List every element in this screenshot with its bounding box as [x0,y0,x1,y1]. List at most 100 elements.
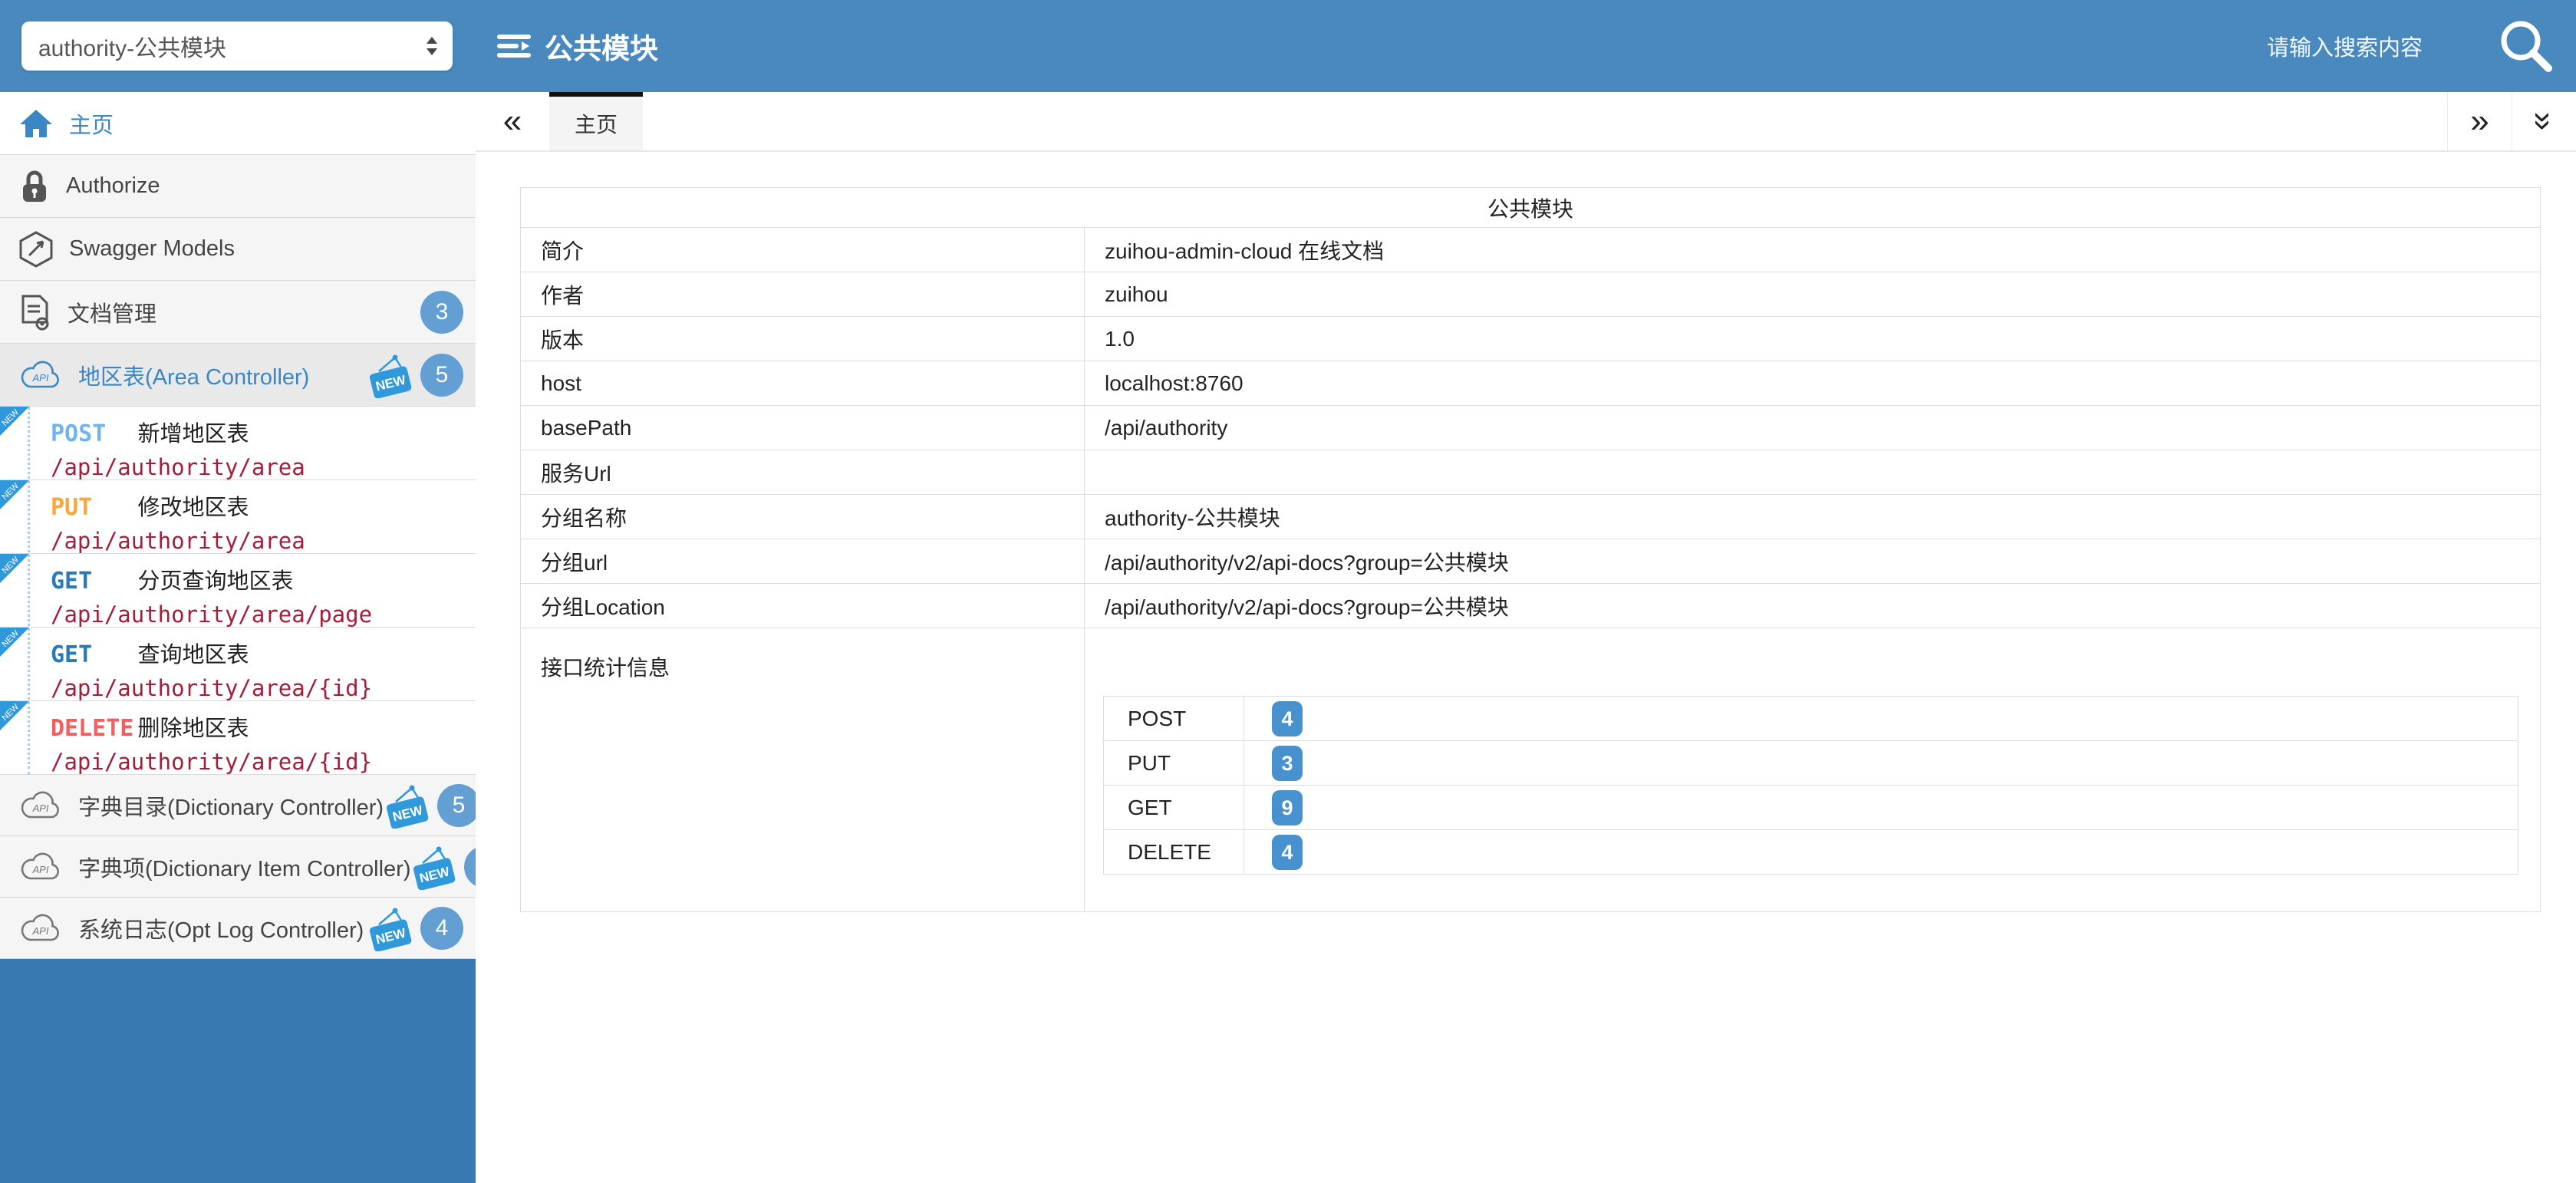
api-item-put-area[interactable]: NEW PUT 修改地区表 /api/authority/area [0,480,476,554]
row-label: 分组url [521,539,1085,584]
method-count-badge: 4 [1272,701,1303,736]
search-icon[interactable] [2496,16,2556,76]
tabs-scroll-left-button[interactable]: « [476,92,549,150]
api-count-badge: 4 [420,907,463,950]
page-title: 公共模块 [545,25,658,67]
table-row: basePath /api/authority [521,406,2541,450]
new-ribbon-icon: NEW [0,480,29,509]
sidebar-item-label: 主页 [69,107,114,140]
row-label: 分组名称 [521,495,1085,539]
api-path: /api/authority/area [51,528,476,554]
http-method-label: DELETE [51,715,134,742]
row-label: 分组Location [521,584,1085,628]
cloud-api-icon: API [18,911,63,945]
chevrons-right-icon: » [2470,102,2489,140]
row-value: localhost:8760 [1085,361,2541,406]
stats-table-row: POST 4 [1104,697,2518,741]
row-label: 作者 [521,272,1085,317]
new-ribbon-icon: NEW [0,554,29,583]
chevrons-down-icon: » [2525,112,2563,130]
table-row: 服务Url [521,450,2541,495]
table-row: host localhost:8760 [521,361,2541,406]
table-row: 简介 zuihou-admin-cloud 在线文档 [521,228,2541,272]
svg-text:API: API [32,925,49,937]
api-item-get-area-id[interactable]: NEW GET 查询地区表 /api/authority/area/{id} [0,628,476,701]
lock-icon [18,168,51,205]
search-input[interactable]: 请输入搜索内容 [2267,16,2576,76]
search-placeholder: 请输入搜索内容 [2267,30,2423,62]
row-label: 简介 [521,228,1085,272]
sidebar-item-label: Authorize [66,173,160,199]
sidebar-item-opt-log-controller[interactable]: API 系统日志(Opt Log Controller) NEW 4 [0,898,476,959]
api-name: 查询地区表 [137,643,249,667]
doc-count-badge: 3 [420,291,463,334]
app-header: authority-公共模块 公共模块 请输入搜索内容 [0,0,2576,92]
api-item-get-area-page[interactable]: NEW GET 分页查询地区表 /api/authority/area/page [0,554,476,628]
app-title-wrap: 公共模块 [496,25,658,67]
table-row: 作者 zuihou [521,272,2541,317]
sidebar-item-doc-manage[interactable]: 文档管理 3 [0,281,476,344]
sidebar-item-authorize[interactable]: Authorize [0,155,476,218]
row-label: 版本 [521,317,1085,361]
cloud-api-icon: API [18,358,63,392]
api-item-post-area[interactable]: NEW POST 新增地区表 /api/authority/area [0,407,476,480]
app-logo-icon [496,30,532,62]
stats-table-row: DELETE 4 [1104,830,2518,875]
row-value: zuihou [1085,272,2541,317]
sidebar: 主页 Authorize Swagger Models [0,92,476,1183]
group-select-value: authority-公共模块 [38,29,423,63]
api-count-badge: 5 [437,784,476,827]
document-gear-icon [18,293,52,331]
sidebar-item-label: 字典项(Dictionary Item Controller) [78,851,410,883]
http-method-label: POST [51,420,134,447]
sidebar-item-dictionary-item-controller[interactable]: API 字典项(Dictionary Item Controller) NEW … [0,836,476,898]
api-path: /api/authority/area [51,454,476,480]
stats-label: 接口统计信息 [521,628,1085,912]
sidebar-item-swagger-models[interactable]: Swagger Models [0,218,476,281]
tab-bar: « 主页 » » [476,92,2576,152]
table-title: 公共模块 [521,188,2541,228]
new-tag-icon: NEW [367,905,414,951]
sidebar-item-dictionary-controller[interactable]: API 字典目录(Dictionary Controller) NEW 5 [0,775,476,836]
new-ribbon-icon: NEW [0,701,29,730]
api-name: 新增地区表 [137,422,249,447]
row-value: /api/authority/v2/api-docs?group=公共模块 [1085,539,2541,584]
stats-row: 接口统计信息 POST 4 PUT 3 GET 9 [521,628,2541,912]
new-tag-icon: NEW [410,844,458,890]
new-tag-icon: NEW [384,783,431,829]
row-value: /api/authority [1085,406,2541,450]
http-method-label: GET [51,641,134,668]
row-label: basePath [521,406,1085,450]
group-select[interactable]: authority-公共模块 [21,21,453,71]
api-name: 分页查询地区表 [137,569,293,594]
chevrons-left-icon: « [503,102,522,140]
select-updown-icon [423,34,440,58]
tabs-menu-button[interactable]: » [2512,92,2576,150]
cloud-api-icon: API [18,850,63,884]
tabs-scroll-right-button[interactable]: » [2447,92,2512,150]
api-name: 删除地区表 [137,717,249,741]
stats-table-row: GET 9 [1104,786,2518,830]
sidebar-item-home[interactable]: 主页 [0,92,476,155]
api-item-delete-area-id[interactable]: NEW DELETE 删除地区表 /api/authority/area/{id… [0,701,476,775]
sidebar-item-label: 系统日志(Opt Log Controller) [78,912,364,944]
new-ribbon-icon: NEW [0,407,29,436]
sidebar-item-label: 文档管理 [68,296,156,328]
method-count-badge: 4 [1272,835,1303,870]
row-value: 1.0 [1085,317,2541,361]
sidebar-item-area-controller[interactable]: API 地区表(Area Controller) NEW 5 [0,344,476,407]
table-row: 版本 1.0 [521,317,2541,361]
method-stats-table: POST 4 PUT 3 GET 9 DELETE 4 [1103,696,2518,875]
row-label: 服务Url [521,450,1085,495]
api-path: /api/authority/area/{id} [51,749,476,775]
row-value: zuihou-admin-cloud 在线文档 [1085,228,2541,272]
tab-home[interactable]: 主页 [549,92,643,150]
new-tag-icon: NEW [367,352,414,398]
api-endpoint-list: NEW POST 新增地区表 /api/authority/area NEW P… [0,407,476,775]
table-row: 分组名称 authority-公共模块 [521,495,2541,539]
row-value: authority-公共模块 [1085,495,2541,539]
sidebar-item-label: Swagger Models [69,236,235,262]
stats-table-row: PUT 3 [1104,741,2518,786]
home-icon [18,107,54,140]
svg-text:API: API [32,864,49,875]
